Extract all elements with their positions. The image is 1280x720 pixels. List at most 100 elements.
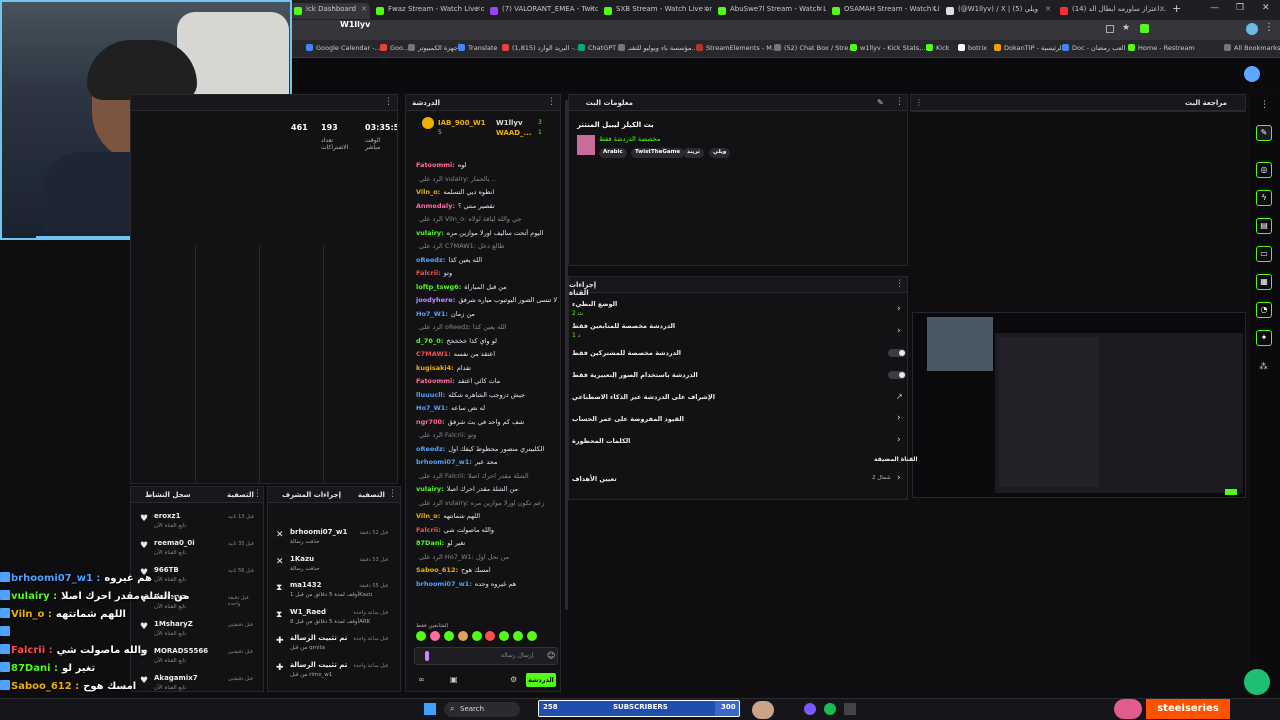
tab-fwaz[interactable]: Fwaz Stream - Watch Live on ✕	[372, 3, 484, 19]
chat-message[interactable]: الرد على Viln_o: جي والله لياقة لولاه	[416, 215, 558, 223]
chat-username[interactable]: Ho7_W1:	[416, 310, 448, 318]
chevron-right-icon[interactable]: ›	[897, 413, 901, 423]
feed-filter-label[interactable]: التصفية	[227, 491, 254, 499]
chat-message[interactable]: Fatoommi: لوه	[416, 161, 558, 169]
tag[interactable]: ويلي	[709, 148, 731, 158]
more-icon[interactable]: ⋮	[253, 489, 262, 499]
bookmark-item[interactable]: مؤسسة باء ويوليو للتقنـ...	[618, 44, 698, 52]
app-icon[interactable]	[804, 703, 816, 715]
chat-message[interactable]: Ho7_W1: من زمان	[416, 310, 558, 318]
maximize-icon[interactable]: ❐	[1236, 3, 1244, 13]
chat-message[interactable]: الرد على Falcrii: وتو	[416, 431, 558, 439]
chat-message[interactable]: الرد على oReedz: الله يعين كذا	[416, 323, 558, 331]
stream-preview[interactable]	[912, 312, 1246, 498]
user-avatar[interactable]	[1244, 66, 1260, 82]
more-icon[interactable]: ⋮	[384, 97, 393, 107]
chat-username[interactable]: oReedz:	[416, 256, 445, 264]
mod-action-user[interactable]: brhoomi07_w1	[290, 528, 347, 536]
chat-username[interactable]: ngr700:	[416, 418, 445, 426]
bookmark-item[interactable]: (1,815) البريد الوارد -...	[502, 44, 580, 52]
chat-message[interactable]: الرد على vulairy: زعم تكون اورلا موازين …	[416, 499, 558, 507]
chat-username[interactable]: Viln_o:	[416, 188, 440, 196]
chat-username[interactable]: Viln_o:	[416, 512, 440, 520]
chat-icon[interactable]: ▭	[1256, 246, 1272, 262]
tab-valorant[interactable]: (7) VALORANT_EMEA - Twitch ✕	[486, 3, 598, 19]
mod-filter-label[interactable]: التصفية	[358, 491, 385, 499]
chat-username[interactable]: oReedz:	[416, 445, 445, 453]
mod-action-item[interactable]: ✚ تم تثبيت الرسالة من قبل qmita قبل ساعة وا…	[272, 634, 392, 658]
windows-start-icon[interactable]	[424, 703, 436, 715]
more-icon[interactable]: ⋮	[1260, 100, 1269, 110]
chat-username[interactable]: loftp_tswg6:	[416, 283, 461, 291]
chat-username[interactable]: kugisaki4:	[416, 364, 454, 372]
chat-message[interactable]: C7MAW1: اعتقد من نفسه	[416, 350, 558, 358]
tab-x[interactable]: (@W1llyv) / X | (5) ويلي ✕	[942, 3, 1054, 19]
chat-message[interactable]: vulairy: اليوم أتحت ساليف اورلا موازين مر…	[416, 229, 558, 237]
extension-icon[interactable]	[1140, 24, 1149, 33]
chat-message[interactable]: brhoomi07_w1: هم غيروه وحده	[416, 580, 558, 588]
tag[interactable]: تريند	[683, 148, 704, 158]
close-icon[interactable]: ✕	[361, 5, 367, 13]
clock-icon[interactable]: ◔	[1256, 302, 1272, 318]
mod-action-item[interactable]: ⧗ W1_Raed أوقف لمدة 5 دقائق من قبل 8ARK قبل…	[272, 608, 392, 632]
profile-avatar[interactable]	[1246, 23, 1258, 35]
chat-username[interactable]: vulairy:	[416, 485, 444, 493]
chat-message[interactable]: vulairy: من الشلة مقدر احرك اصلا	[416, 485, 558, 493]
taskbar-search[interactable]: ⌕ Search	[444, 702, 520, 717]
tab-abuswe7l[interactable]: AbuSwe7l Stream - Watch Live✕	[714, 3, 826, 19]
bookmark-item[interactable]: Translate	[458, 44, 498, 52]
close-icon[interactable]: ✕	[931, 5, 937, 13]
feed-item[interactable]: ♥ reema0_0i تابع القناة الآن قبل 35 ثانية	[136, 539, 260, 563]
grid-icon[interactable]: ▦	[1256, 274, 1272, 290]
calendar-icon[interactable]: ▣	[450, 675, 458, 684]
mod-action-user[interactable]: 1Kazu	[290, 555, 314, 563]
share-icon[interactable]: ⁂	[1259, 362, 1268, 372]
camera-icon[interactable]: ◎	[1256, 162, 1272, 178]
bookmark-item[interactable]: DokanTIP - الرئيسية	[994, 44, 1063, 52]
tab-sxb[interactable]: SXB Stream - Watch Live on ✕	[600, 3, 712, 19]
chat-message[interactable]: Viln_o: اللهم شماتتهه	[416, 512, 558, 520]
translate-icon[interactable]	[1106, 25, 1114, 33]
bookmark-item[interactable]: أجهزة الكمبيوتر	[408, 44, 460, 52]
more-icon[interactable]: ⋮	[895, 279, 904, 289]
more-icon[interactable]: ⋮	[915, 98, 923, 107]
bookmark-item[interactable]: Home - Restream	[1128, 44, 1195, 52]
subs-only-toggle[interactable]	[888, 349, 906, 357]
gear-icon[interactable]: ⚙	[510, 675, 517, 684]
bookmark-item[interactable]: Doc - العب رمضان	[1062, 44, 1125, 52]
chat-message[interactable]: Viln_o: انطوه ديي التسلمه	[416, 188, 558, 196]
chat-username[interactable]: C7MAW1:	[416, 350, 451, 358]
chat-message[interactable]: Anmedaly: تقصير منتي ؟	[416, 202, 558, 210]
spotify-icon[interactable]	[824, 703, 836, 715]
mod-action-user[interactable]: تم تثبيت الرسالة	[290, 634, 347, 642]
feed-username[interactable]: eroxz1	[154, 512, 180, 520]
clipboard-icon[interactable]: ▤	[1256, 218, 1272, 234]
mod-action-user[interactable]: ma1432	[290, 581, 322, 589]
mod-action-item[interactable]: ✕ brhoomi07_w1 حذفت رسالة قبل 52 دقيقة	[272, 528, 392, 552]
close-icon[interactable]: ✕	[1159, 5, 1165, 13]
emoji-icon[interactable]: ☺	[547, 651, 555, 660]
chat-message[interactable]: brhoomi07_w1: محد عبر	[416, 458, 558, 466]
chat-username[interactable]: Saboo_612:	[416, 566, 458, 574]
bookmark-star-icon[interactable]: ★	[1122, 23, 1130, 33]
feed-item[interactable]: ♥ eroxz1 تابع القناة الآن قبل 13 ثانية	[136, 512, 260, 536]
external-link-icon[interactable]: ↗	[896, 392, 903, 401]
mod-action-user[interactable]: W1_Raed	[290, 608, 326, 616]
more-icon[interactable]: ⋮	[388, 489, 397, 499]
chat-message[interactable]: oReedz: الكلبيتري منصور محظوط كيفك اول	[416, 445, 558, 453]
feed-username[interactable]: reema0_0i	[154, 539, 195, 547]
bookmark-item[interactable]: Kick	[926, 44, 949, 52]
chat-username[interactable]: d_70_0:	[416, 337, 443, 345]
tab-youtube[interactable]: (14) اعتزاز ساورمه ابطال الد... ✕	[1056, 3, 1168, 19]
bookmark-item[interactable]: w1llyv - Kick Stats,...	[850, 44, 928, 52]
bookmark-item[interactable]: Google Calendar -...	[306, 44, 381, 52]
bookmark-item[interactable]: ChatGPT	[578, 44, 616, 52]
chat-message[interactable]: Fatoommi: مات كائي اعتقد	[416, 377, 558, 385]
chat-message[interactable]: Falcrii: وتو	[416, 269, 558, 277]
lightning-icon[interactable]: ϟ	[1256, 190, 1272, 206]
emote-picker-icon[interactable]	[425, 651, 429, 661]
chat-message[interactable]: الرد على Ho7_W1: من نحل اول	[416, 553, 558, 561]
tag[interactable]: TwistTheGame	[631, 148, 685, 158]
close-icon[interactable]: ✕	[475, 5, 481, 13]
chat-message[interactable]: الرد على vulairy: يالحمار ..	[416, 175, 558, 183]
